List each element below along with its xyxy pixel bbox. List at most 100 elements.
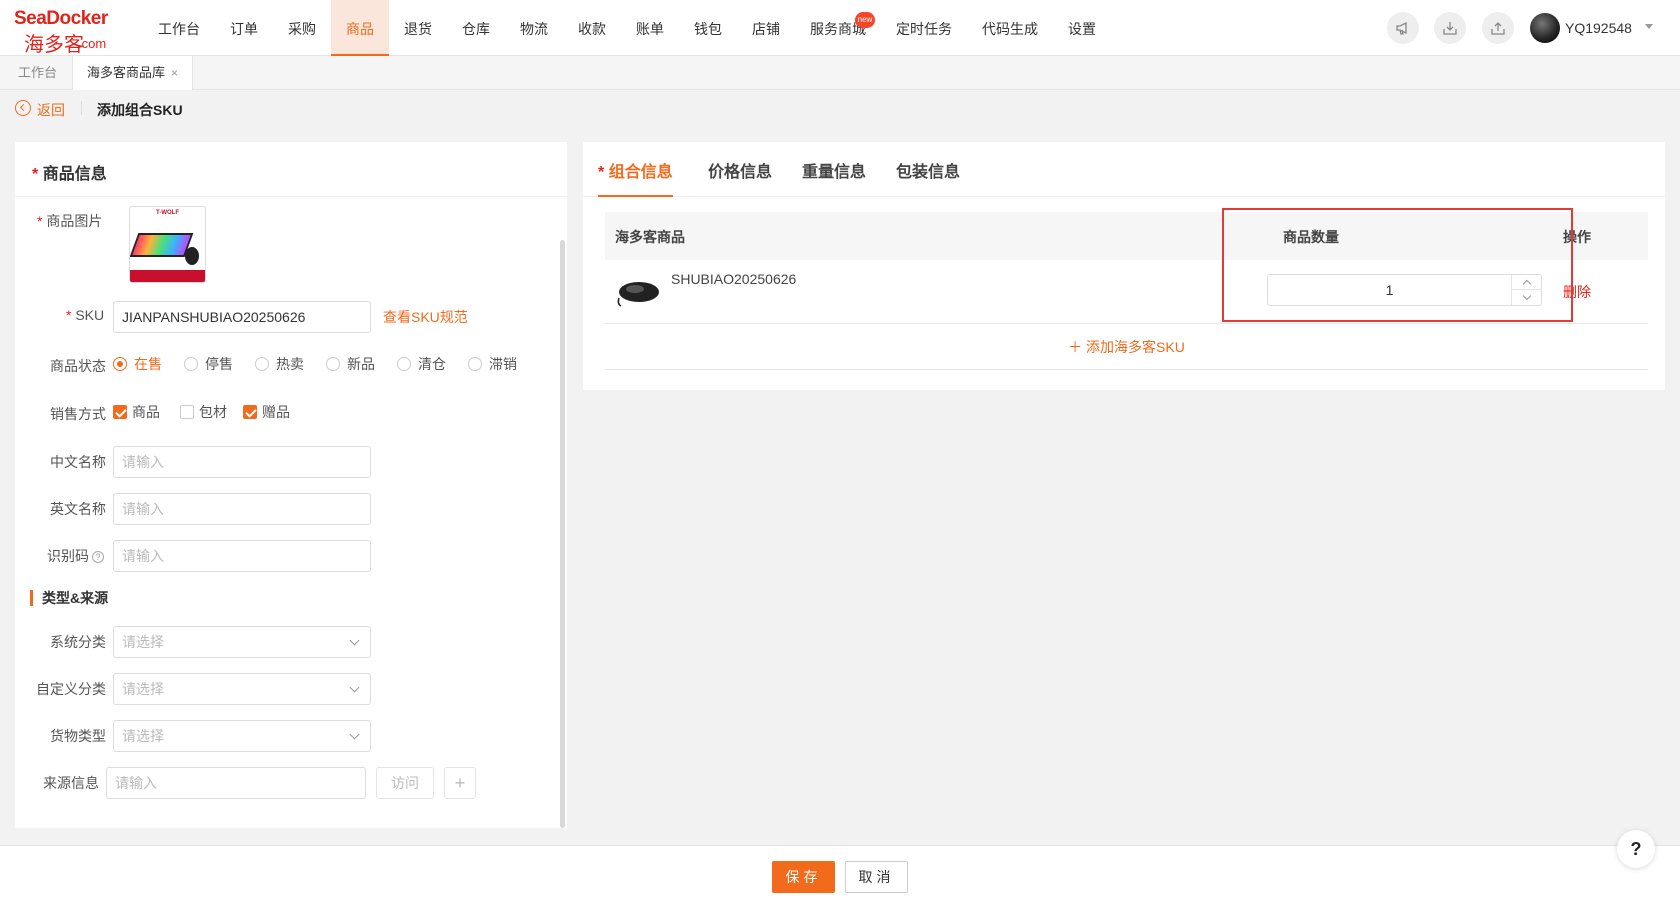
goods-type-select[interactable]: 请选择 [113, 720, 371, 752]
tab-price-info[interactable]: 价格信息 [708, 158, 772, 197]
custom-category-label: 自定义分类 [36, 681, 106, 697]
increment-icon[interactable] [1512, 275, 1542, 290]
en-name-label: 英文名称 [50, 501, 106, 517]
nav-item-settings[interactable]: 设置 [1053, 0, 1111, 56]
help-button[interactable]: ? [1617, 830, 1655, 868]
chevron-down-icon [349, 729, 360, 740]
source-info-label: 来源信息 [43, 775, 99, 791]
nav-item-code-gen[interactable]: 代码生成 [967, 0, 1053, 56]
cn-name-label: 中文名称 [50, 454, 106, 470]
product-info-header: * 商品信息 [15, 142, 567, 197]
tab-weight-info[interactable]: 重量信息 [802, 158, 866, 197]
radio-hot[interactable]: 热卖 [255, 354, 304, 374]
source-info-input[interactable] [106, 767, 366, 799]
col-quantity: 商品数量 [1283, 229, 1339, 245]
radio-dot [397, 357, 411, 371]
delete-link[interactable]: 删除 [1563, 282, 1591, 302]
quantity-value[interactable]: 1 [1268, 275, 1511, 305]
sale-method-label: 销售方式 [50, 406, 106, 422]
nav-item-stores[interactable]: 店铺 [737, 0, 795, 56]
checkbox-goods[interactable]: 商品 [113, 402, 160, 422]
back-arrow-icon[interactable] [15, 100, 31, 116]
nav-item-wallet[interactable]: 钱包 [679, 0, 737, 56]
nav-item-warehouse[interactable]: 仓库 [447, 0, 505, 56]
download-icon[interactable] [1434, 12, 1466, 44]
back-link[interactable]: 返回 [37, 100, 65, 120]
top-navbar: SeaDocker 海多客 .com 工作台 订单 采购 商品 退货 仓库 物流… [0, 0, 1680, 56]
username[interactable]: YQ192548 [1565, 20, 1632, 36]
table-header: 海多客商品 商品数量 操作 [605, 212, 1648, 260]
product-info-panel: * 商品信息 * 商品图片 T-WOLF * SKU 查看SKU规范 商品状态 … [15, 142, 567, 828]
seadocker-logo[interactable]: SeaDocker 海多客 .com [14, 8, 124, 56]
nav-item-scheduled-tasks[interactable]: 定时任务 [881, 0, 967, 56]
image-label: * 商品图片 [37, 213, 103, 229]
avatar[interactable] [1530, 13, 1560, 43]
chevron-down-icon[interactable] [1645, 24, 1653, 29]
nav-item-bills[interactable]: 账单 [621, 0, 679, 56]
thumb-banner [130, 270, 205, 282]
system-category-label: 系统分类 [50, 634, 106, 650]
tab-product-library[interactable]: 海多客商品库 × [72, 56, 194, 90]
radio-dot [113, 357, 127, 371]
radio-stopped[interactable]: 停售 [184, 354, 233, 374]
page-tabs-bar: 工作台 海多客商品库 × [0, 56, 1680, 90]
chevron-down-icon [349, 682, 360, 693]
logo-domain: .com [78, 36, 107, 51]
breadcrumb: 返回 添加组合SKU [0, 90, 1680, 128]
product-image[interactable]: T-WOLF [129, 206, 206, 283]
close-icon[interactable]: × [171, 66, 178, 80]
cancel-button[interactable]: 取消 [845, 861, 908, 893]
custom-category-select[interactable]: 请选择 [113, 673, 371, 705]
system-category-select[interactable]: 请选择 [113, 626, 371, 658]
upload-icon[interactable] [1482, 12, 1514, 44]
quantity-stepper[interactable]: 1 [1267, 274, 1542, 306]
radio-clearance[interactable]: 清仓 [397, 354, 446, 374]
main-nav: 工作台 订单 采购 商品 退货 仓库 物流 收款 账单 钱包 店铺 服务商城 n… [143, 0, 1111, 56]
cn-name-input[interactable] [113, 446, 371, 478]
nav-item-workbench[interactable]: 工作台 [143, 0, 215, 56]
nav-item-payments[interactable]: 收款 [563, 0, 621, 56]
table-row: SHUBIAO20250626 1 删除 [605, 260, 1648, 324]
id-code-input[interactable] [113, 540, 371, 572]
add-source-button[interactable]: + [444, 767, 476, 799]
nav-item-service-mall[interactable]: 服务商城 new [795, 0, 881, 56]
page-title: 添加组合SKU [97, 102, 183, 118]
decrement-icon[interactable] [1512, 290, 1542, 305]
col-action: 操作 [1563, 229, 1591, 245]
radio-slow-moving[interactable]: 滞销 [468, 354, 517, 374]
status-label: 商品状态 [50, 358, 106, 374]
nav-item-returns[interactable]: 退货 [389, 0, 447, 56]
nav-item-purchase[interactable]: 采购 [273, 0, 331, 56]
announcement-icon[interactable] [1387, 12, 1419, 44]
radio-dot [468, 357, 482, 371]
radio-dot [184, 357, 198, 371]
tab-packaging-info[interactable]: 包装信息 [896, 158, 960, 197]
chevron-down-icon [349, 635, 360, 646]
checkbox-box [113, 405, 127, 419]
type-source-section-title: 类型&来源 [30, 590, 108, 606]
view-sku-spec-link[interactable]: 查看SKU规范 [383, 307, 468, 327]
sale-method-group: 商品 包材 赠品 [113, 402, 306, 422]
save-button[interactable]: 保存 [772, 861, 835, 893]
sku-input[interactable] [113, 301, 371, 333]
scrollbar[interactable] [560, 240, 565, 828]
help-circle-icon[interactable]: ? [92, 551, 104, 563]
visit-button[interactable]: 访问 [376, 767, 434, 799]
en-name-input[interactable] [113, 493, 371, 525]
radio-new[interactable]: 新品 [326, 354, 375, 374]
nav-item-logistics[interactable]: 物流 [505, 0, 563, 56]
nav-item-products[interactable]: 商品 [331, 0, 389, 56]
sku-label: * SKU [66, 307, 105, 323]
logo-brand: SeaDocker [14, 8, 108, 29]
tab-combination-info[interactable]: * 组合信息 [598, 158, 673, 197]
radio-dot [326, 357, 340, 371]
tab-workbench[interactable]: 工作台 [4, 56, 71, 90]
combination-info-panel: * 组合信息 价格信息 重量信息 包装信息 海多客商品 商品数量 操作 SHUB… [583, 142, 1665, 390]
checkbox-gift[interactable]: 赠品 [243, 402, 290, 422]
nav-item-orders[interactable]: 订单 [215, 0, 273, 56]
radio-on-sale[interactable]: 在售 [113, 354, 162, 374]
status-radio-group: 在售 停售 热卖 新品 清仓 滞销 [113, 354, 539, 374]
add-sku-button[interactable]: ＋ 添加海多客SKU [605, 324, 1648, 370]
checkbox-packaging[interactable]: 包材 [180, 402, 227, 422]
sku-code: SHUBIAO20250626 [671, 271, 797, 287]
